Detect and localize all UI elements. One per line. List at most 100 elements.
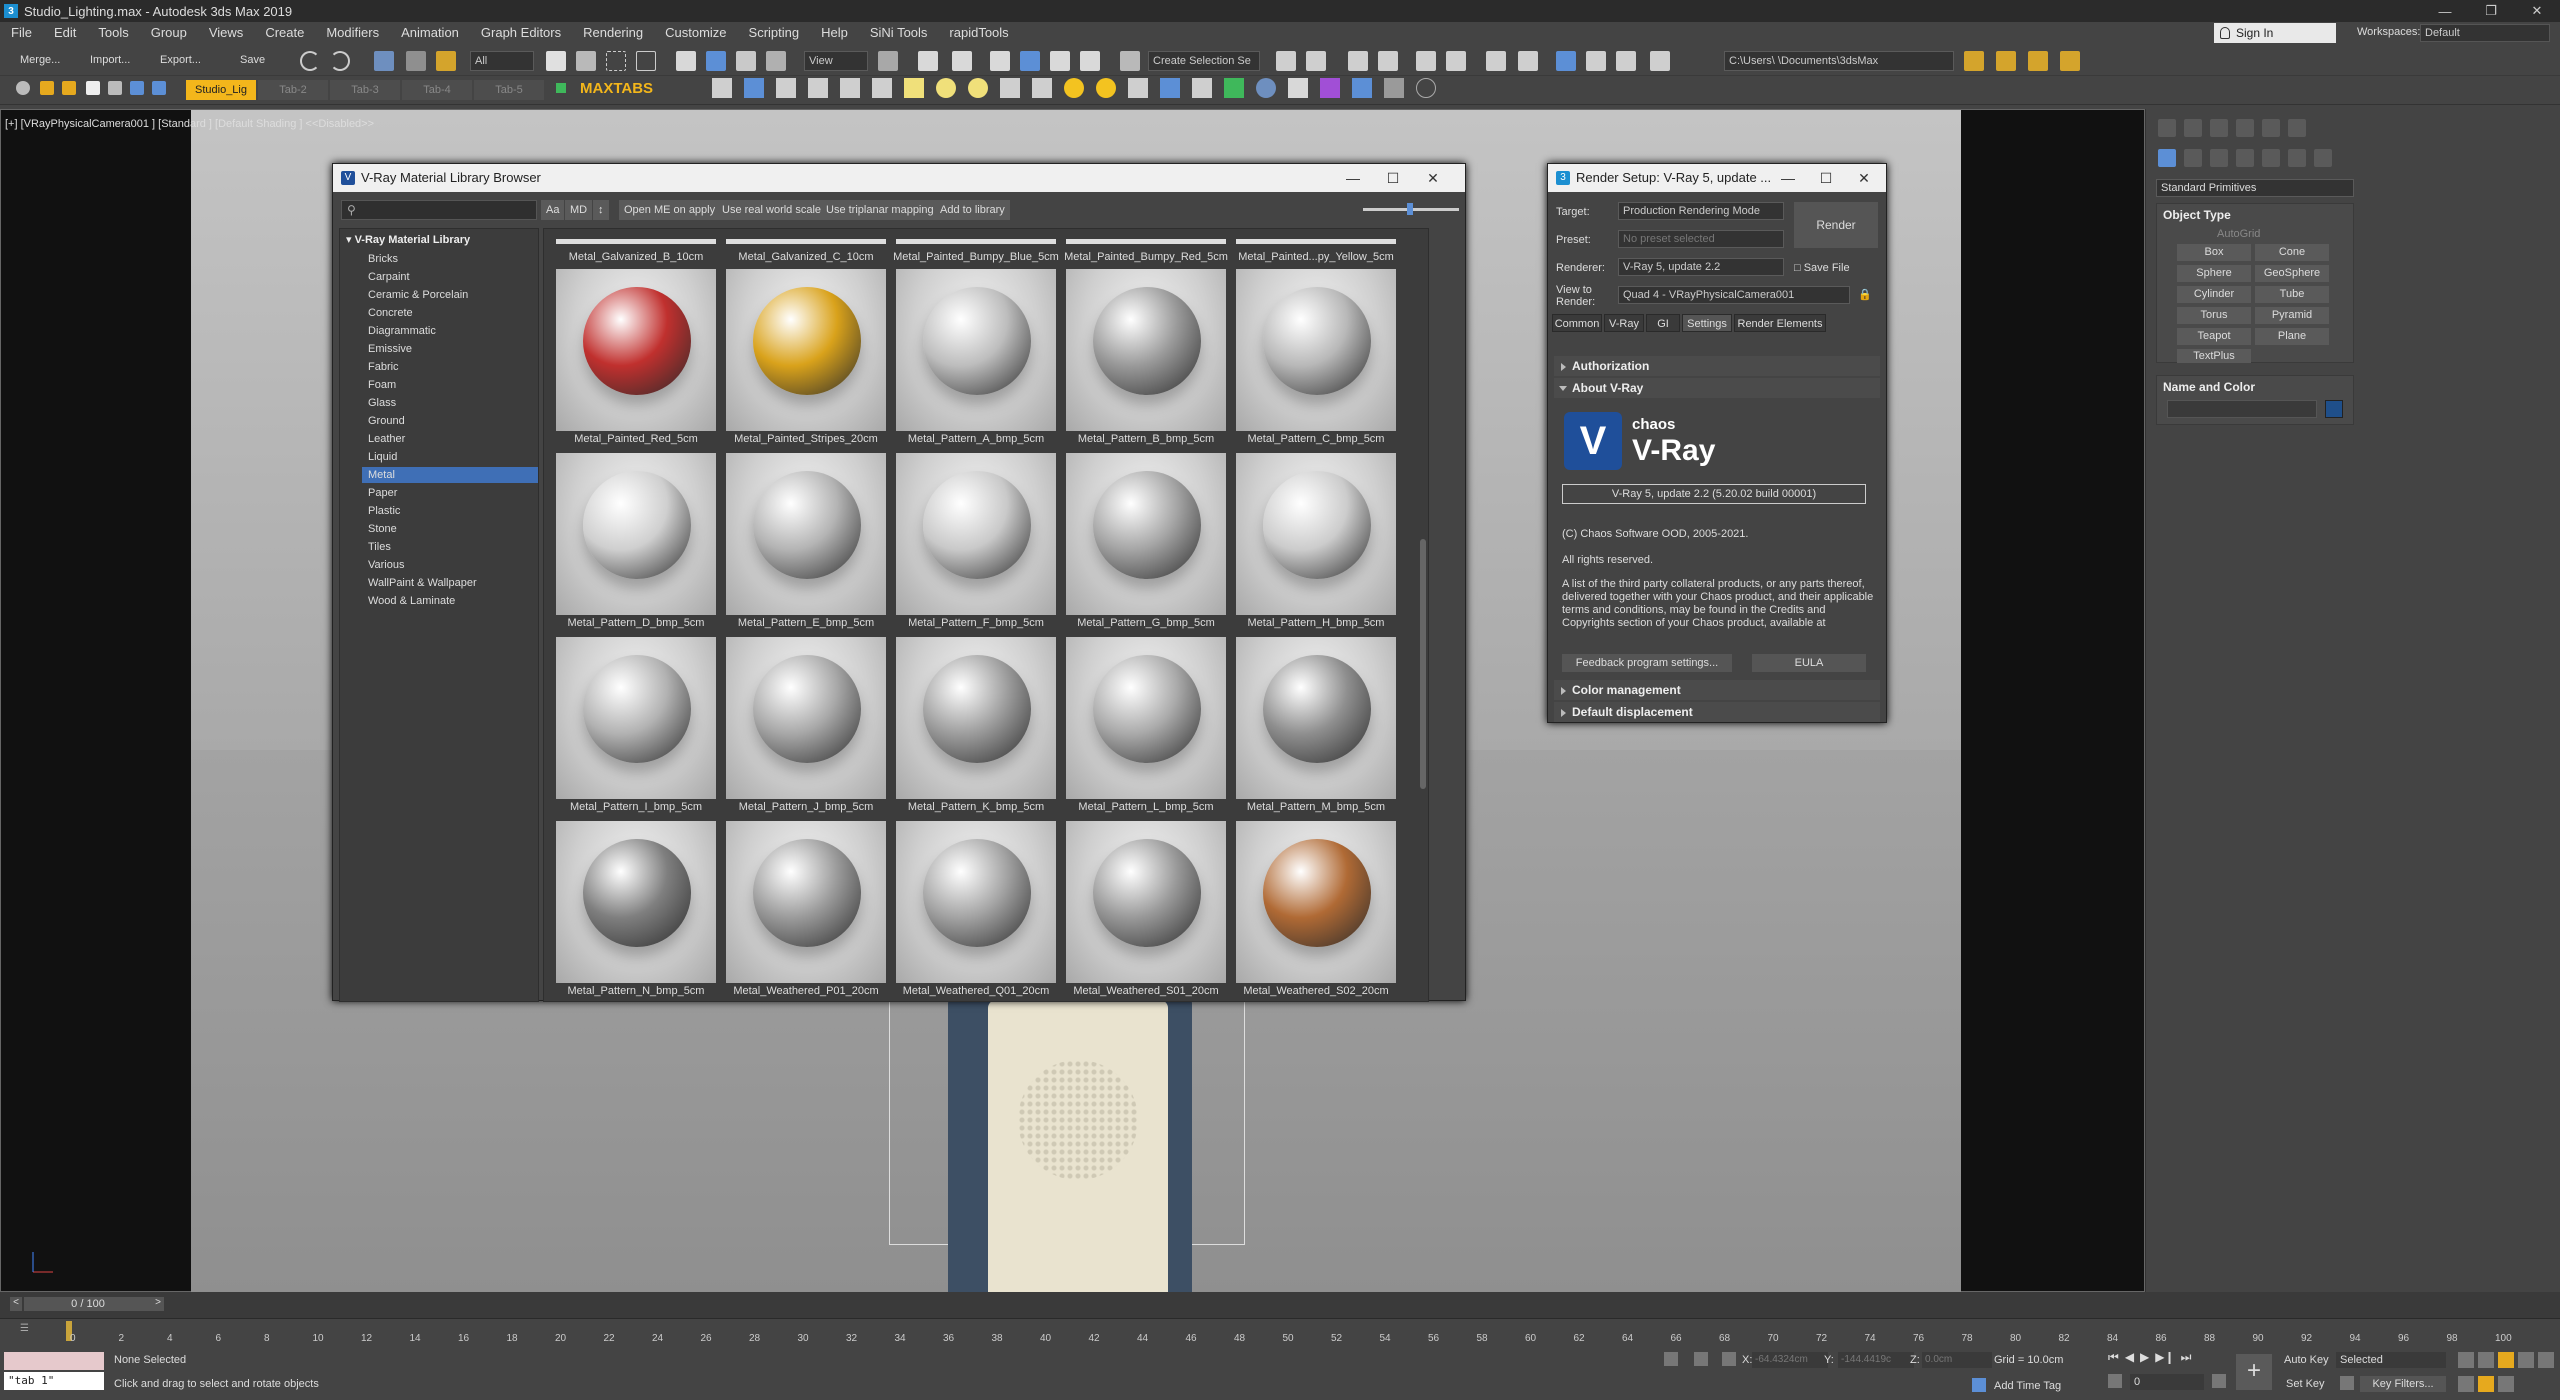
object-type-header[interactable]: Object Type <box>2157 204 2353 226</box>
cone-button[interactable]: Cone <box>2255 244 2329 261</box>
material-tile[interactable]: Metal_Pattern_G_bmp_5cm <box>1066 453 1226 629</box>
vray-sun-icon[interactable] <box>1064 78 1084 98</box>
maxtabs-icon[interactable] <box>556 83 566 93</box>
help-icon[interactable] <box>1416 78 1436 98</box>
vray-proxy-icon[interactable] <box>1128 78 1148 98</box>
render-setup-titlebar[interactable]: 3 Render Setup: V-Ray 5, update ... — ☐ … <box>1548 164 1886 192</box>
pan-icon[interactable] <box>2458 1376 2474 1392</box>
color-management-rollout[interactable]: Color management <box>1554 680 1880 700</box>
named-selection-dropdown[interactable]: Create Selection Se <box>1148 51 1260 71</box>
teapot-button[interactable]: Teapot <box>2177 328 2251 345</box>
open-file-icon[interactable] <box>62 81 76 95</box>
partial-tile[interactable] <box>556 239 716 244</box>
vray-fur-icon[interactable] <box>1160 78 1180 98</box>
a360-gallery-icon[interactable] <box>1650 51 1670 71</box>
real-world-scale-button[interactable]: Use real world scale <box>717 200 827 220</box>
time-next-icon[interactable]: > <box>152 1297 164 1311</box>
rendered-frame-window-icon[interactable] <box>1556 51 1576 71</box>
field-of-view-icon[interactable] <box>2538 1352 2554 1368</box>
next-frame-icon[interactable]: ▶❙ <box>2155 1350 2174 1370</box>
shapes-icon[interactable] <box>2184 149 2202 167</box>
authorization-rollout[interactable]: Authorization <box>1554 356 1880 376</box>
material-tile[interactable]: Metal_Pattern_I_bmp_5cm <box>556 637 716 813</box>
selection-lock-icon[interactable] <box>1694 1352 1708 1366</box>
thumbnail-size-slider[interactable] <box>1363 203 1459 215</box>
rs-minimize-button[interactable]: — <box>1768 164 1808 192</box>
material-tile[interactable]: Metal_Weathered_P01_20cm <box>726 821 886 997</box>
material-tile[interactable]: Metal_Weathered_Q01_20cm <box>896 821 1056 997</box>
minimize-button[interactable]: — <box>2422 0 2468 22</box>
play-icon[interactable]: ▶ <box>2140 1350 2149 1370</box>
sphere-button[interactable]: Sphere <box>2177 265 2251 282</box>
view-to-render-dropdown[interactable]: Quad 4 - VRayPhysicalCamera001 <box>1618 286 1850 304</box>
category-wallpaint-wallpaper[interactable]: WallPaint & Wallpaper <box>366 575 538 591</box>
y-coordinate-field[interactable]: -144.4419c <box>1838 1352 1914 1368</box>
tab-studio-lighting[interactable]: Studio_Lig <box>186 80 256 100</box>
menu-animation[interactable]: Animation <box>390 22 470 44</box>
vray-plane-icon[interactable] <box>1192 78 1212 98</box>
name-color-header[interactable]: Name and Color <box>2157 376 2353 398</box>
category-diagrammatic[interactable]: Diagrammatic <box>366 323 538 339</box>
export-button[interactable]: Export... <box>160 54 201 66</box>
case-sensitive-button[interactable]: Aa <box>541 200 565 220</box>
feedback-settings-button[interactable]: Feedback program settings... <box>1562 654 1732 672</box>
category-plastic[interactable]: Plastic <box>366 503 538 519</box>
project-path-dropdown[interactable]: C:\Users\ \Documents\3dsMax <box>1724 51 1954 71</box>
object-color-swatch[interactable] <box>2325 400 2343 418</box>
vray-lens-effects-icon[interactable] <box>872 78 892 98</box>
menu-file[interactable]: File <box>0 22 43 44</box>
textplus-button[interactable]: TextPlus <box>2177 349 2251 363</box>
menu-views[interactable]: Views <box>198 22 254 44</box>
set-project-icon[interactable] <box>2028 51 2048 71</box>
set-key-big-icon[interactable]: + <box>2236 1354 2272 1390</box>
target-dropdown[interactable]: Production Rendering Mode <box>1618 202 1784 220</box>
lock-icon[interactable]: 🔒 <box>1858 288 1872 301</box>
helpers-icon[interactable] <box>2262 149 2280 167</box>
tree-root[interactable]: ▾ V-Ray Material Library <box>346 233 470 246</box>
material-tile[interactable]: Metal_Pattern_F_bmp_5cm <box>896 453 1056 629</box>
autogrid-checkbox[interactable]: AutoGrid <box>2217 228 2260 240</box>
rs-close-button[interactable]: ✕ <box>1844 164 1884 192</box>
move-icon[interactable] <box>676 51 696 71</box>
material-tile[interactable]: Metal_Pattern_K_bmp_5cm <box>896 637 1056 813</box>
space-warps-icon[interactable] <box>2288 149 2306 167</box>
rotate-icon[interactable] <box>706 51 726 71</box>
key-mode-icon[interactable] <box>2108 1374 2122 1388</box>
schematic-view-icon[interactable] <box>1446 51 1466 71</box>
render-production-icon[interactable] <box>1586 51 1606 71</box>
vray-teapot-icon[interactable] <box>712 78 732 98</box>
viewport-label[interactable]: [+] [VRayPhysicalCamera001 ] [Standard ]… <box>5 118 374 130</box>
add-time-tag-button[interactable]: Add Time Tag <box>1994 1380 2061 1392</box>
material-tile[interactable]: Metal_Weathered_S02_20cm <box>1236 821 1396 997</box>
tube-button[interactable]: Tube <box>2255 286 2329 303</box>
category-bricks[interactable]: Bricks <box>366 251 538 267</box>
save-file-icon[interactable] <box>86 81 100 95</box>
menu-modifiers[interactable]: Modifiers <box>315 22 390 44</box>
menu-group[interactable]: Group <box>140 22 198 44</box>
reference-coord-dropdown[interactable]: View <box>804 51 868 71</box>
menu-scripting[interactable]: Scripting <box>738 22 811 44</box>
category-ground[interactable]: Ground <box>366 413 538 429</box>
motion-tab-icon[interactable] <box>2236 119 2254 137</box>
default-displacement-rollout[interactable]: Default displacement <box>1554 702 1880 722</box>
import-button[interactable]: Import... <box>90 54 130 66</box>
lights-icon[interactable] <box>2210 149 2228 167</box>
zoom-extents-icon[interactable] <box>2518 1352 2534 1368</box>
time-config-icon[interactable] <box>2212 1374 2226 1388</box>
tab-4[interactable]: Tab-4 <box>402 80 472 100</box>
material-tile[interactable]: Metal_Pattern_H_bmp_5cm <box>1236 453 1396 629</box>
vray-cosmos-icon[interactable] <box>1256 78 1276 98</box>
key-mode-dropdown[interactable]: Selected <box>2336 1352 2446 1368</box>
category-emissive[interactable]: Emissive <box>366 341 538 357</box>
cylinder-button[interactable]: Cylinder <box>2177 286 2251 303</box>
object-name-field[interactable] <box>2167 400 2317 418</box>
print-icon[interactable] <box>108 81 122 95</box>
key-filters-button[interactable]: Key Filters... <box>2360 1376 2446 1392</box>
restore-button[interactable]: ❐ <box>2468 0 2514 22</box>
plane-button[interactable]: Plane <box>2255 328 2329 345</box>
material-tile[interactable]: Metal_Pattern_L_bmp_5cm <box>1066 637 1226 813</box>
vray-ambient-light-icon[interactable] <box>1032 78 1052 98</box>
set-key-button[interactable]: Set Key <box>2286 1378 2325 1390</box>
x-coordinate-field[interactable]: -64.4324cm <box>1752 1352 1828 1368</box>
zoom-all-icon[interactable] <box>2478 1352 2494 1368</box>
